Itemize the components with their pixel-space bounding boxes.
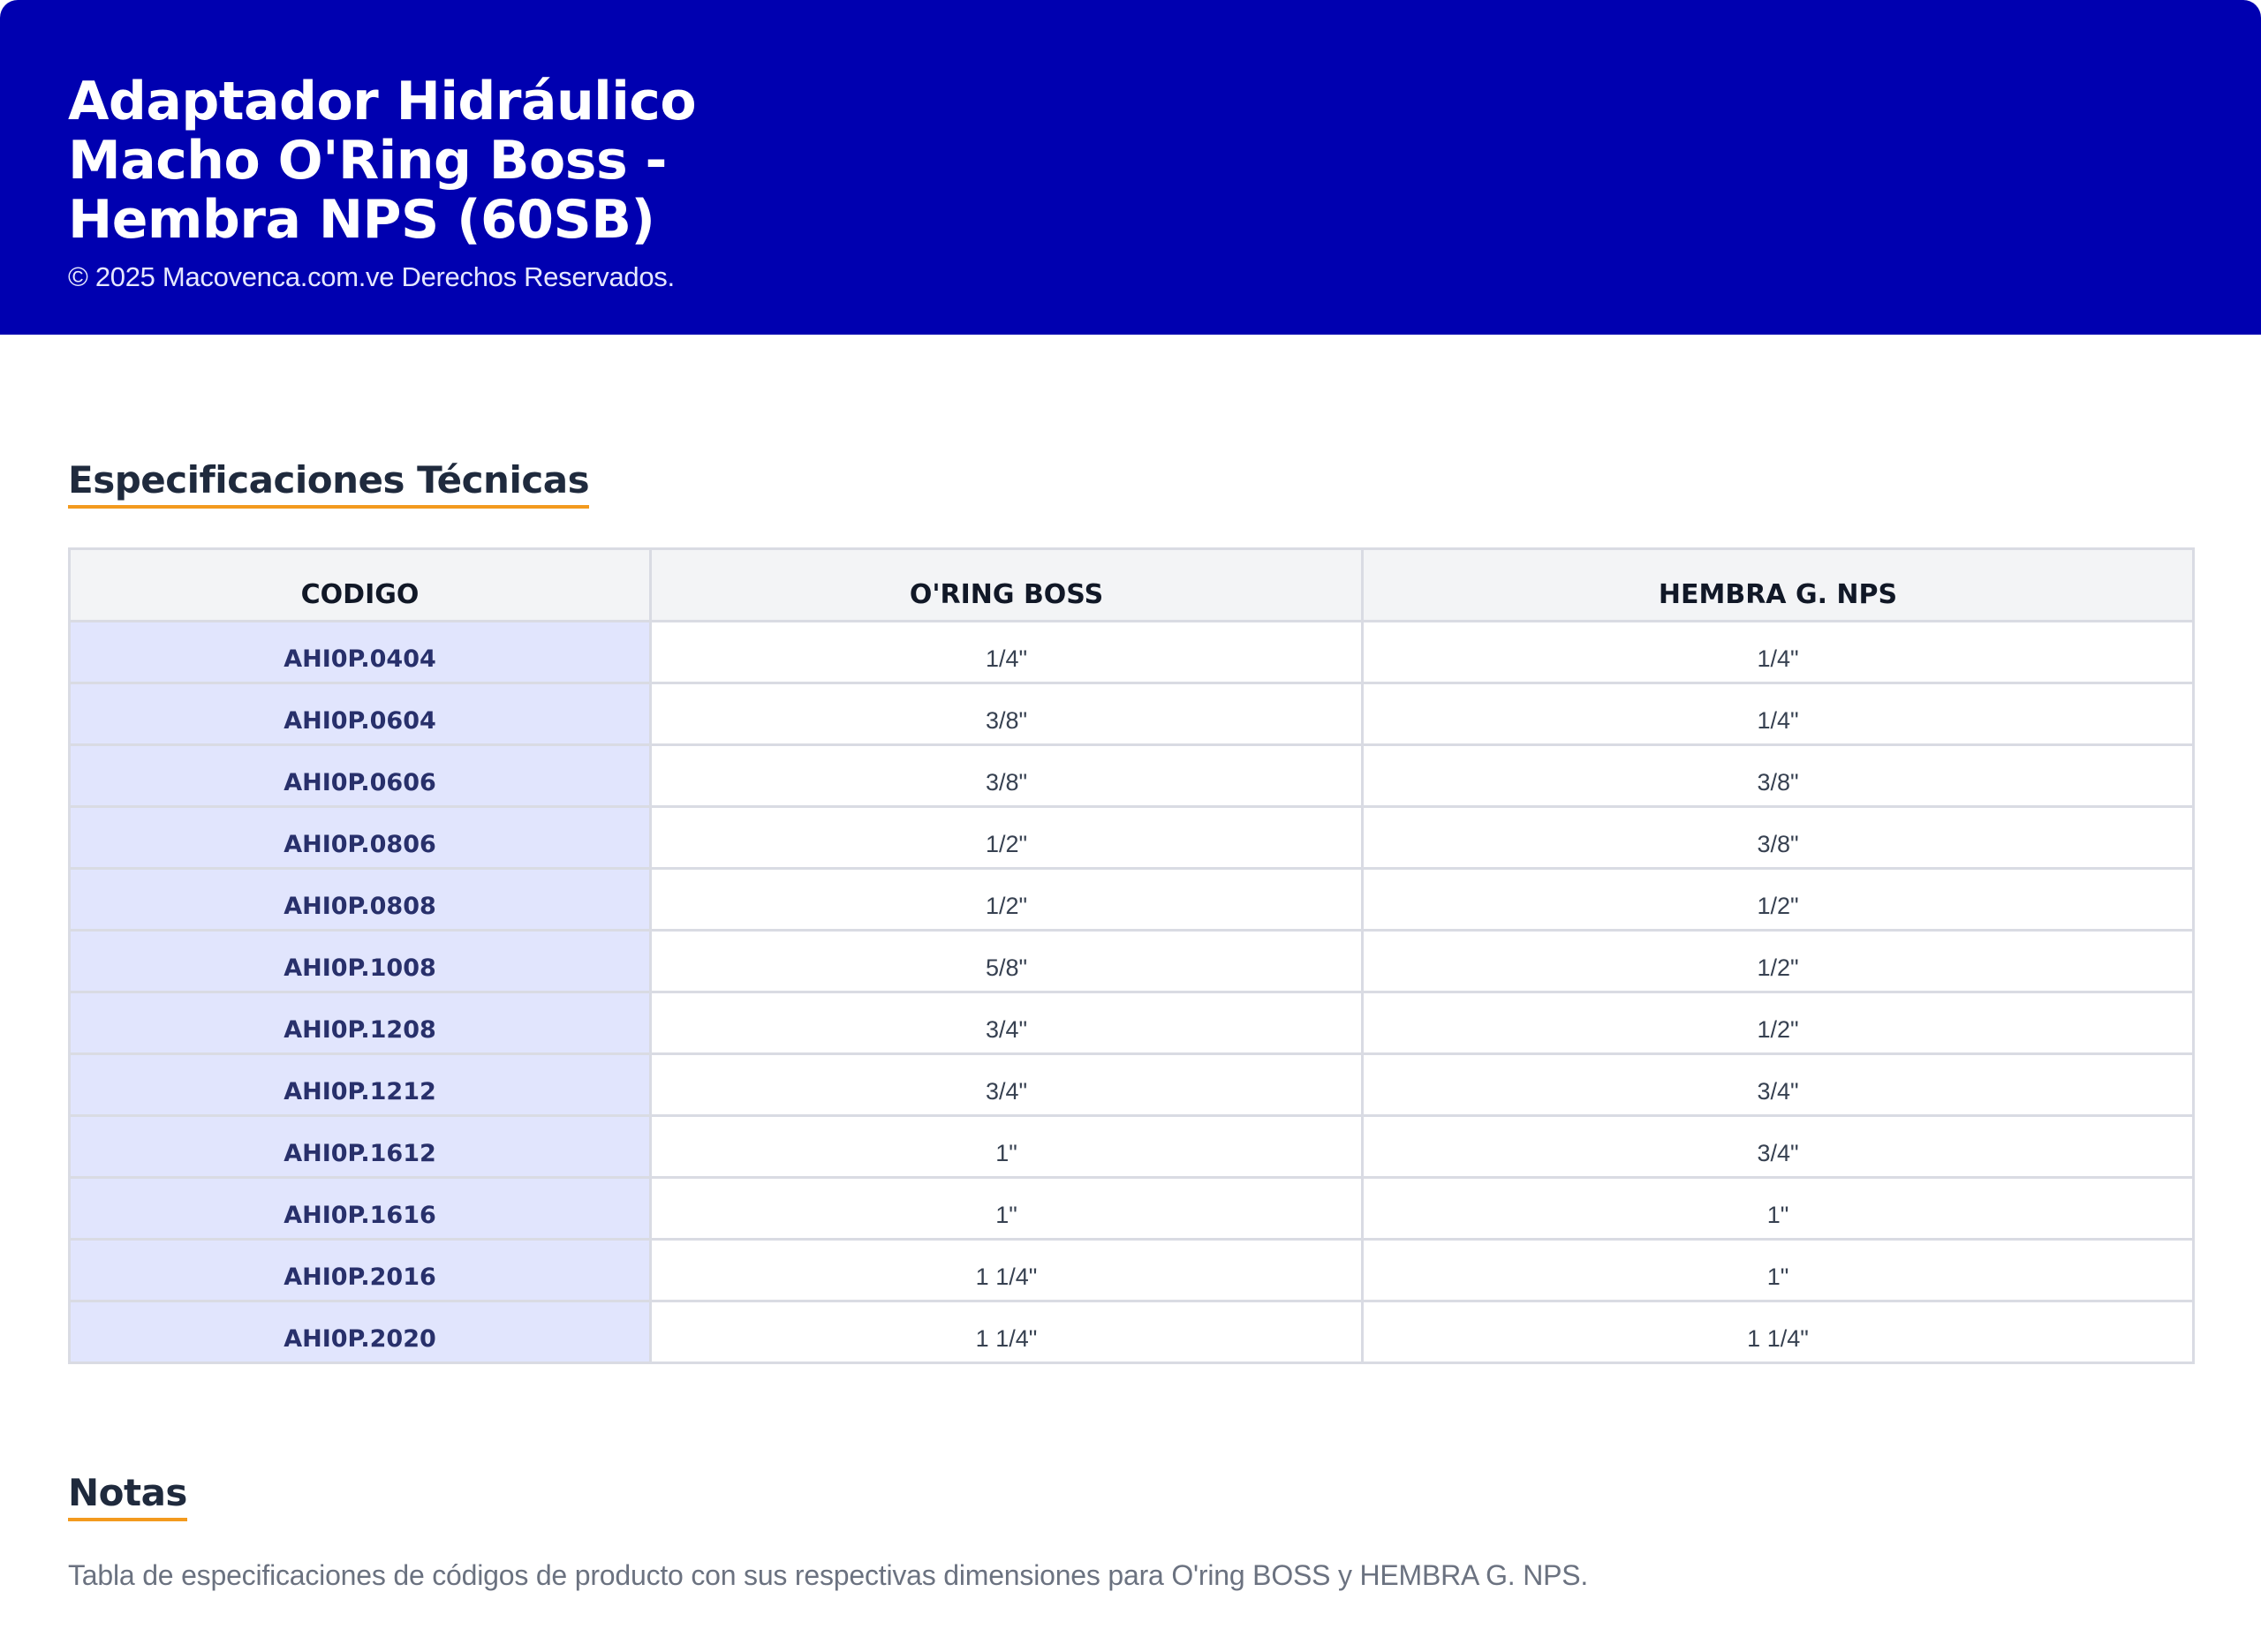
table-row: AHI0P.1612 1" 3/4"	[68, 1114, 2195, 1179]
column-header-hembra-nps: HEMBRA G. NPS	[1361, 547, 2195, 622]
table-row: AHI0P.0806 1/2" 3/8"	[68, 805, 2195, 870]
code-cell: AHI0P.1008	[68, 929, 652, 993]
hembra-nps-cell: 1 1/4"	[1361, 1300, 2195, 1364]
specs-table: CODIGO O'RING BOSS HEMBRA G. NPS AHI0P.0…	[68, 547, 2195, 1364]
table-row: AHI0P.1008 5/8" 1/2"	[68, 929, 2195, 993]
oring-boss-cell: 1/2"	[649, 867, 1364, 932]
column-header-codigo: CODIGO	[68, 547, 652, 622]
oring-boss-cell: 3/4"	[649, 991, 1364, 1055]
table-row: AHI0P.1616 1" 1"	[68, 1176, 2195, 1241]
oring-boss-cell: 1"	[649, 1176, 1364, 1241]
page-title: Adaptador Hidráulico Macho O'Ring Boss -…	[68, 71, 697, 251]
oring-boss-cell: 1 1/4"	[649, 1238, 1364, 1302]
oring-boss-cell: 3/8"	[649, 682, 1364, 746]
code-cell: AHI0P.0806	[68, 805, 652, 870]
hembra-nps-cell: 3/4"	[1361, 1052, 2195, 1117]
code-cell: AHI0P.0808	[68, 867, 652, 932]
code-cell: AHI0P.0404	[68, 620, 652, 684]
code-cell: AHI0P.2020	[68, 1300, 652, 1364]
specs-section-title: Especificaciones Técnicas	[68, 459, 590, 509]
code-cell: AHI0P.1212	[68, 1052, 652, 1117]
hembra-nps-cell: 3/4"	[1361, 1114, 2195, 1179]
oring-boss-cell: 5/8"	[649, 929, 1364, 993]
hembra-nps-cell: 1"	[1361, 1238, 2195, 1302]
hembra-nps-cell: 3/8"	[1361, 743, 2195, 808]
table-row: AHI0P.0404 1/4" 1/4"	[68, 620, 2195, 684]
oring-boss-cell: 1/2"	[649, 805, 1364, 870]
table-header-row: CODIGO O'RING BOSS HEMBRA G. NPS	[68, 547, 2195, 622]
code-cell: AHI0P.1208	[68, 991, 652, 1055]
table-row: AHI0P.1208 3/4" 1/2"	[68, 991, 2195, 1055]
table-row: AHI0P.0604 3/8" 1/4"	[68, 682, 2195, 746]
code-cell: AHI0P.1616	[68, 1176, 652, 1241]
oring-boss-cell: 3/4"	[649, 1052, 1364, 1117]
hembra-nps-cell: 1/2"	[1361, 991, 2195, 1055]
code-cell: AHI0P.1612	[68, 1114, 652, 1179]
code-cell: AHI0P.0604	[68, 682, 652, 746]
notes-section-title: Notas	[68, 1472, 187, 1521]
code-cell: AHI0P.0606	[68, 743, 652, 808]
oring-boss-cell: 1"	[649, 1114, 1364, 1179]
hembra-nps-cell: 1/2"	[1361, 867, 2195, 932]
oring-boss-cell: 1/4"	[649, 620, 1364, 684]
hembra-nps-cell: 3/8"	[1361, 805, 2195, 870]
oring-boss-cell: 3/8"	[649, 743, 1364, 808]
copyright-text: © 2025 Macovenca.com.ve Derechos Reserva…	[68, 261, 675, 292]
table-row: AHI0P.0606 3/8" 3/8"	[68, 743, 2195, 808]
notes-text: Tabla de especificaciones de códigos de …	[68, 1559, 1589, 1591]
oring-boss-cell: 1 1/4"	[649, 1300, 1364, 1364]
table-row: AHI0P.2016 1 1/4" 1"	[68, 1238, 2195, 1302]
table-row: AHI0P.1212 3/4" 3/4"	[68, 1052, 2195, 1117]
hembra-nps-cell: 1"	[1361, 1176, 2195, 1241]
hembra-nps-cell: 1/2"	[1361, 929, 2195, 993]
table-row: AHI0P.2020 1 1/4" 1 1/4"	[68, 1300, 2195, 1364]
table-row: AHI0P.0808 1/2" 1/2"	[68, 867, 2195, 932]
column-header-oring-boss: O'RING BOSS	[649, 547, 1364, 622]
hembra-nps-cell: 1/4"	[1361, 682, 2195, 746]
hembra-nps-cell: 1/4"	[1361, 620, 2195, 684]
code-cell: AHI0P.2016	[68, 1238, 652, 1302]
page-header: Adaptador Hidráulico Macho O'Ring Boss -…	[0, 0, 2261, 335]
